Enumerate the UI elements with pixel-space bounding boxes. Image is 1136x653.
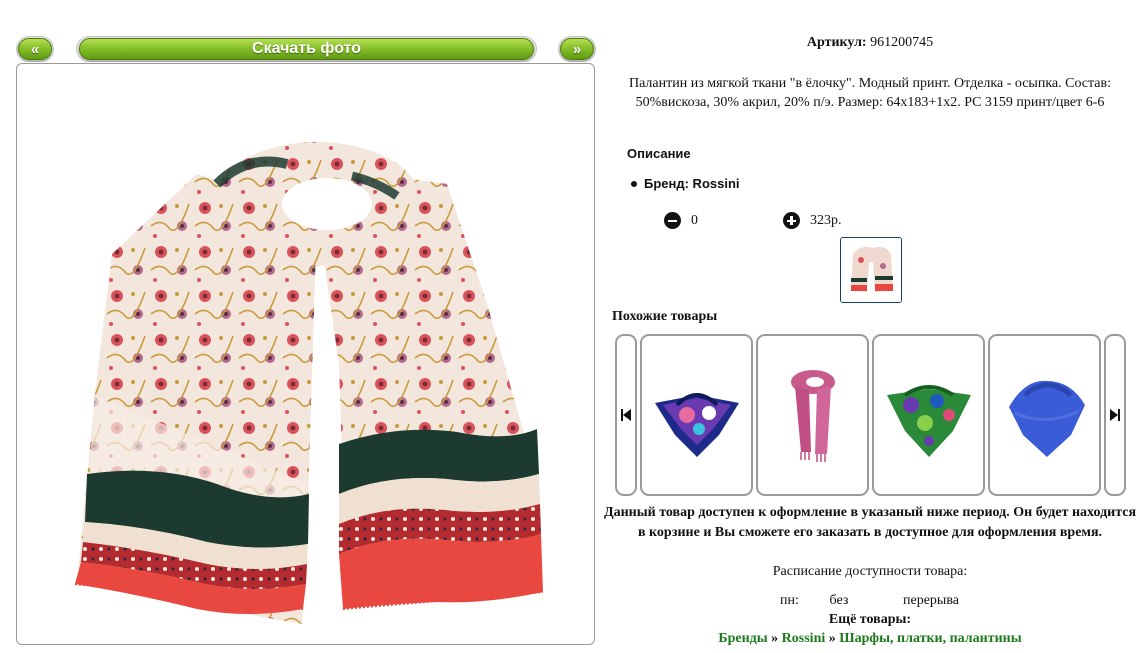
main-product-photo[interactable]: [16, 63, 595, 645]
skip-back-icon: [621, 409, 631, 421]
description-heading: Описание: [627, 146, 691, 161]
schedule-from: без: [829, 593, 849, 608]
scarf-image: [74, 142, 544, 624]
green-floral-scarf-image: [886, 385, 971, 457]
similar-product-1[interactable]: [640, 334, 753, 496]
previous-photo-button[interactable]: «: [18, 38, 52, 60]
breadcrumb-separator: »: [828, 631, 836, 646]
add-to-cart-control: 323р.: [783, 212, 842, 229]
product-description: Палантин из мягкой ткани "в ёлочку". Мод…: [628, 76, 1112, 110]
breadcrumb-rossini-link[interactable]: Rossini: [782, 631, 826, 646]
breadcrumb-scarves-link[interactable]: Шарфы, платки, палантины: [839, 631, 1021, 646]
schedule-row: пн: без перерыва: [780, 593, 959, 609]
price-value: 323р.: [810, 212, 842, 228]
blue-scarf-image: [1008, 380, 1085, 457]
quantity-control: 0: [664, 212, 698, 229]
similar-product-3[interactable]: [872, 334, 985, 496]
carousel-prev-button[interactable]: [615, 334, 637, 496]
schedule-title: Расписание доступности товара:: [772, 564, 968, 579]
breadcrumb-separator: »: [771, 631, 779, 646]
brand-text: Бренд: Rossini: [644, 176, 740, 191]
quantity-value: 0: [691, 212, 698, 228]
skip-forward-icon: [1110, 409, 1120, 421]
more-products-title: Ещё товары:: [828, 612, 912, 627]
availability-note: Данный товар доступен к оформление в ука…: [603, 505, 1136, 540]
blue-purple-scarf-image: [654, 393, 739, 457]
similar-product-2[interactable]: [756, 334, 869, 496]
download-photo-button[interactable]: Скачать фото: [79, 38, 534, 60]
bullet-icon: [631, 180, 637, 187]
similar-products-title: Похожие товары: [612, 309, 718, 324]
photo-thumbnail[interactable]: [840, 237, 902, 303]
article-value: 961200745: [870, 35, 934, 50]
next-photo-button[interactable]: »: [560, 38, 594, 60]
similar-product-4[interactable]: [988, 334, 1101, 496]
article-line: Артикул: 961200745: [600, 35, 1136, 51]
breadcrumb: Бренды » Rossini » Шарфы, платки, палант…: [600, 631, 1136, 647]
schedule-day: пн:: [780, 593, 799, 608]
schedule-to: перерыва: [903, 593, 959, 608]
plus-icon[interactable]: [783, 212, 800, 229]
scarf-thumbnail-image: [841, 238, 901, 302]
breadcrumb-brands-link[interactable]: Бренды: [718, 631, 767, 646]
pink-scarf-image: [790, 370, 835, 462]
brand-line: Бренд: Rossini: [631, 176, 740, 191]
article-label: Артикул:: [806, 35, 867, 50]
minus-icon[interactable]: [664, 212, 681, 229]
carousel-next-button[interactable]: [1104, 334, 1126, 496]
